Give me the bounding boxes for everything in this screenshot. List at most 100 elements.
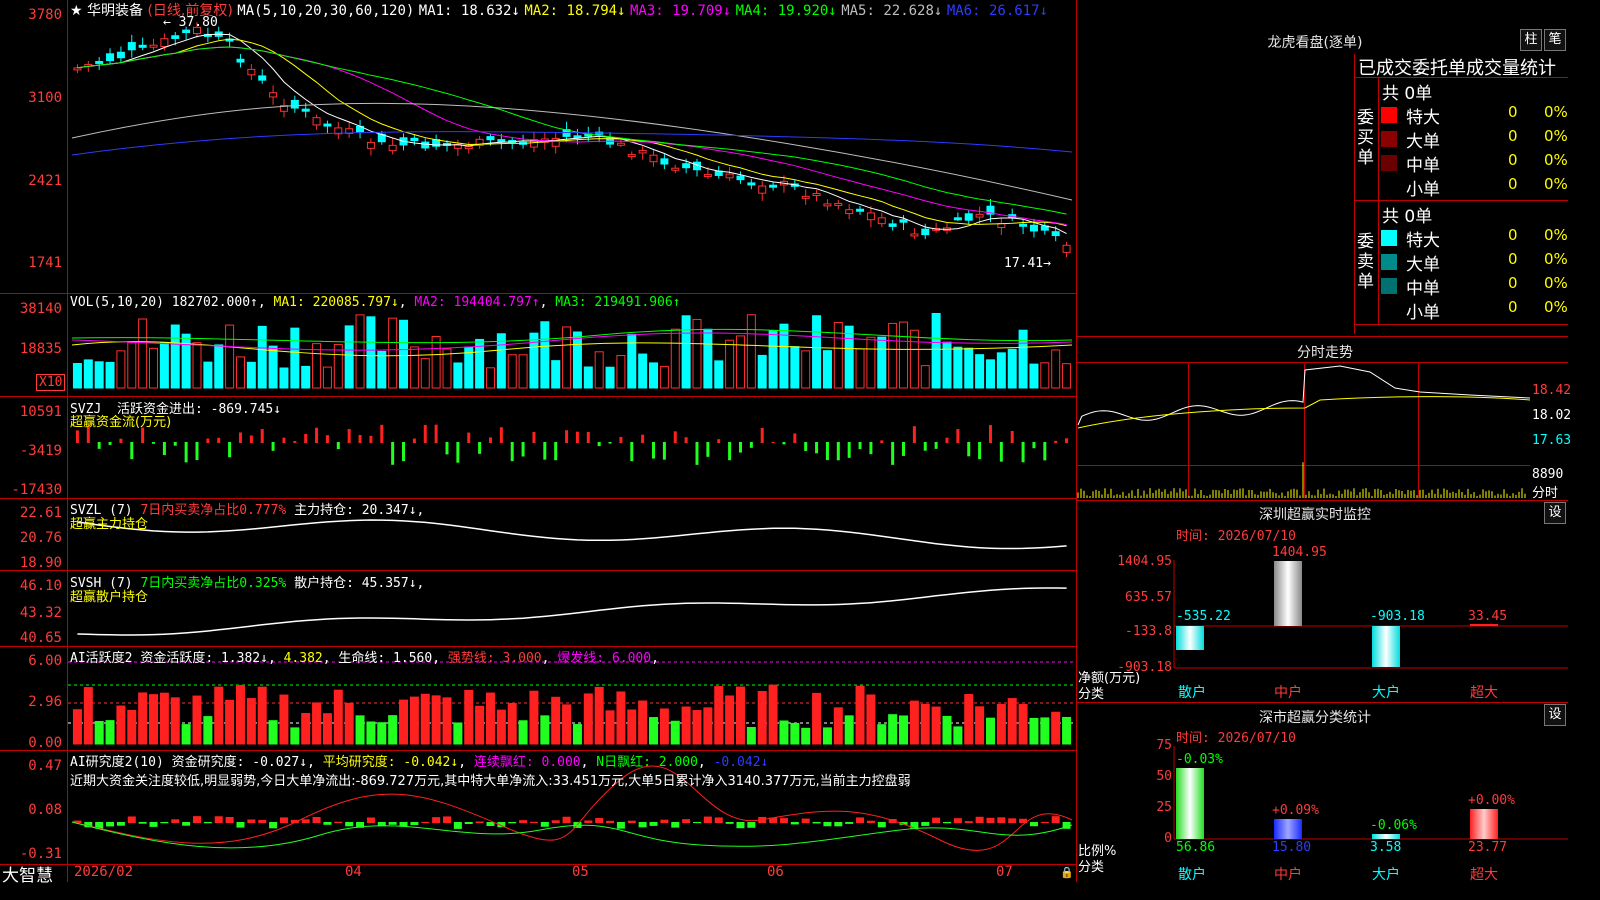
volume-bar <box>159 341 169 389</box>
ai-bar <box>692 710 702 745</box>
lock-icon[interactable]: 🔒 <box>1060 866 1074 879</box>
x-tick-5: 07 <box>996 864 1013 880</box>
vol-unit-badge[interactable]: X10 <box>36 374 66 391</box>
ss-bar-mid <box>1274 819 1302 839</box>
ai-bar <box>268 720 278 745</box>
svzj-bar <box>565 430 569 443</box>
ai-bar <box>1040 717 1050 745</box>
svzj-bar <box>793 433 797 443</box>
research-bar <box>671 822 680 828</box>
price-panel <box>71 22 1073 258</box>
star-icon[interactable]: ★ <box>70 3 83 19</box>
volume-bar <box>366 316 376 389</box>
intraday-button[interactable]: 分时 <box>1532 482 1558 501</box>
svsh-line <box>77 587 1067 636</box>
lhb-title: 龙虎看盘(逐单) <box>1267 35 1363 51</box>
ai-active-header: AI活跃度2 资金活跃度: 1.382↓, 4.382, 生命线: 1.560,… <box>70 651 659 666</box>
ma4-label: MA4: 19.920↓ <box>735 3 837 19</box>
ai-bar <box>464 689 474 745</box>
ai-bar <box>616 691 626 745</box>
sell-row-pct: 0% <box>1544 226 1568 244</box>
candle <box>138 44 147 48</box>
volume-bar <box>149 347 159 389</box>
sz-category-label: 大户 <box>1372 685 1400 701</box>
svzj-bar <box>771 441 775 443</box>
ai-bar <box>964 693 974 745</box>
volume-bar <box>757 354 767 389</box>
research-bar <box>1051 816 1060 823</box>
tab-orders[interactable]: 委托单 <box>1412 58 1466 79</box>
research-bar <box>953 818 962 823</box>
vol-ma3-line <box>71 328 1073 344</box>
svzj-bar <box>380 424 384 443</box>
svzj-bar <box>880 440 884 443</box>
ai-bar <box>409 696 419 745</box>
ss-change-label: +0.09% <box>1272 803 1319 818</box>
ai-bar <box>290 727 300 745</box>
ai-bar <box>431 695 441 745</box>
svzj-bar <box>630 442 634 462</box>
svzj-bar <box>173 442 177 446</box>
sz-unit-cat: 分类 <box>1078 687 1105 702</box>
tick-mode-button[interactable]: 笔 <box>1544 29 1566 51</box>
research-bar <box>279 817 288 823</box>
svzj-bar <box>162 442 166 456</box>
research-bar <box>801 818 810 823</box>
svzj-bar <box>575 431 579 443</box>
ai-bar <box>105 720 115 745</box>
ai-bar <box>442 697 452 745</box>
candle <box>899 219 908 223</box>
sz-settings-button[interactable]: 设 <box>1544 502 1566 524</box>
ss-value-label: 15.80 <box>1272 840 1312 855</box>
svzj-bar <box>543 442 547 460</box>
ss-settings-button[interactable]: 设 <box>1544 704 1566 726</box>
intra-tick-3: 17.63 <box>1532 433 1572 448</box>
svzj-bar <box>945 437 949 443</box>
ai-bar <box>235 684 245 745</box>
ai-active-t5: 爆发线: 6.000 <box>557 651 652 666</box>
ai-bar <box>485 692 495 745</box>
svzj-bar <box>423 424 427 443</box>
intra-tick-2: 18.02 <box>1532 408 1572 423</box>
high-value: 37.80 <box>178 15 218 30</box>
volume-bar <box>562 326 572 389</box>
ai-bar <box>475 705 485 745</box>
volume-bar <box>181 333 191 389</box>
ai-bar <box>855 685 865 745</box>
research-bar <box>932 817 941 823</box>
volume-bar <box>83 359 93 389</box>
svzj-bar <box>412 438 416 443</box>
bar-mode-button[interactable]: 柱 <box>1520 29 1542 51</box>
volume-bar <box>551 360 561 389</box>
research-bar <box>997 817 1006 823</box>
buy-row-count: 0 <box>1508 175 1518 193</box>
research-bar <box>551 820 560 823</box>
svzj-bar <box>662 442 666 460</box>
sell-row-name: 特大 <box>1406 231 1440 251</box>
res-tick-2: 0.08 <box>28 802 62 818</box>
volume-bar <box>138 318 148 389</box>
candle <box>975 213 984 218</box>
candle <box>671 167 680 171</box>
ma2-label: MA2: 18.794↓ <box>524 3 626 19</box>
ai-bar <box>899 715 909 745</box>
svzj-bar <box>815 442 819 454</box>
svzj-bar <box>1043 442 1047 461</box>
ai-bar <box>507 703 517 745</box>
volume-bar <box>1018 329 1028 389</box>
research-bar <box>964 821 973 823</box>
tab-volume-stat[interactable]: 成交量统计 <box>1466 58 1556 79</box>
ai-bar <box>377 722 387 745</box>
sell-row-count: 0 <box>1508 226 1518 244</box>
svzj-bar <box>152 442 156 444</box>
volume-bar <box>725 339 735 389</box>
svzj-bar <box>271 442 275 451</box>
svzj-bar <box>206 438 210 443</box>
tab-filled[interactable]: 已成交 <box>1358 58 1412 79</box>
ai-bar <box>877 724 887 745</box>
candle <box>1019 223 1028 227</box>
sell-row-count: 0 <box>1508 250 1518 268</box>
volume-bar <box>909 329 919 389</box>
svzj-bar <box>228 442 232 458</box>
volume-bar <box>746 314 756 389</box>
